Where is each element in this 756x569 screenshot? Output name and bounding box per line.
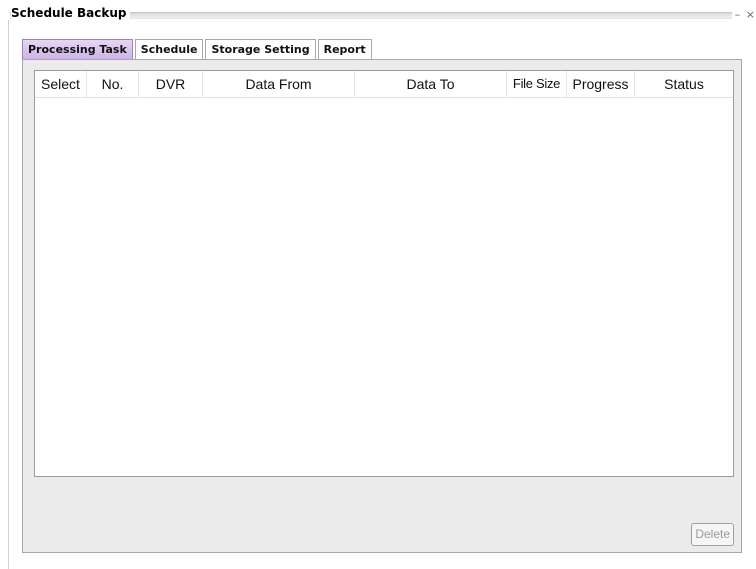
task-table: Select No. DVR Data From Data To File Si… — [34, 70, 734, 477]
schedule-backup-window: Schedule Backup – × Processing Task Sche… — [0, 0, 756, 569]
tab-schedule[interactable]: Schedule — [134, 39, 204, 59]
column-header-dvr[interactable]: DVR — [139, 71, 203, 97]
close-icon[interactable]: × — [746, 8, 756, 21]
tab-processing-task[interactable]: Processing Task — [22, 39, 133, 59]
delete-button[interactable]: Delete — [691, 523, 734, 546]
window-controls: – × — [731, 8, 756, 21]
column-header-progress[interactable]: Progress — [567, 71, 635, 97]
column-header-data-from[interactable]: Data From — [203, 71, 355, 97]
column-header-data-to[interactable]: Data To — [355, 71, 507, 97]
tab-bar: Processing Task Schedule Storage Setting… — [22, 39, 374, 59]
processing-task-panel: Select No. DVR Data From Data To File Si… — [22, 59, 742, 553]
tab-storage-setting[interactable]: Storage Setting — [205, 39, 316, 59]
column-header-select[interactable]: Select — [35, 71, 87, 97]
title-bar: Schedule Backup – × — [0, 0, 756, 22]
column-header-status[interactable]: Status — [635, 71, 733, 97]
minimize-icon[interactable]: – — [735, 8, 742, 21]
window-title: Schedule Backup — [11, 6, 131, 20]
column-header-no[interactable]: No. — [87, 71, 139, 97]
column-header-file-size[interactable]: File Size — [507, 71, 567, 97]
window-left-border — [8, 20, 9, 569]
table-header: Select No. DVR Data From Data To File Si… — [35, 71, 733, 98]
tab-report[interactable]: Report — [317, 39, 372, 59]
